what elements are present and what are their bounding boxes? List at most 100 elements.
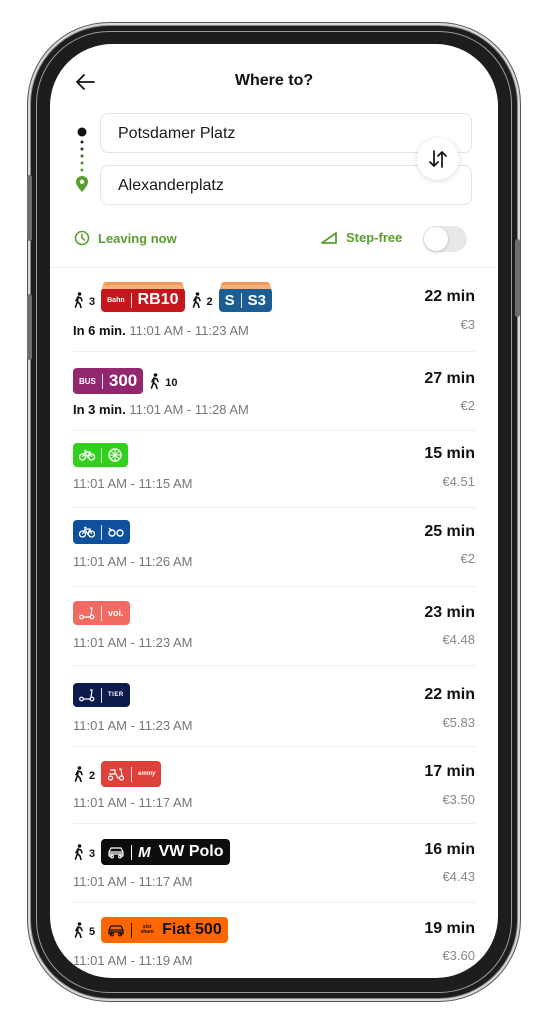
departs-in: In 6 min. xyxy=(73,323,126,338)
departs-in: In 3 min. xyxy=(73,402,126,417)
route-line-icon xyxy=(76,127,88,192)
route-result[interactable]: 11:01 AM - 11:26 AM 25 min €2 xyxy=(73,508,475,587)
price: €5.83 xyxy=(442,715,475,730)
step-free-label: Step-free xyxy=(346,230,403,245)
results-list: 3 Bahn RB10 2 S S3 In 6 min. 11:01 AM - 11… xyxy=(73,268,475,978)
price: €2 xyxy=(460,398,475,413)
walk-minutes: 3 xyxy=(89,296,96,308)
transit-badge-s3: S S3 xyxy=(218,282,273,312)
walking-icon xyxy=(150,373,160,389)
price: €4.43 xyxy=(442,869,475,884)
page-title: Where to? xyxy=(234,72,314,89)
provider-logo: voi. xyxy=(108,608,124,618)
toggle-knob xyxy=(424,227,448,251)
walk-leg: 10 xyxy=(149,373,178,389)
time-range: 11:01 AM - 11:19 AM xyxy=(73,953,193,968)
provider-logo: sixt share xyxy=(140,924,154,935)
provider-logo: emmy xyxy=(138,771,156,777)
scooter-icon xyxy=(79,688,95,701)
transit-badge-rb10: Bahn RB10 xyxy=(101,282,185,312)
origin-input[interactable]: Potsdamer Platz xyxy=(100,113,472,153)
line-name: S3 xyxy=(247,291,267,309)
walk-minutes: 3 xyxy=(89,848,96,860)
duration: 27 min xyxy=(424,370,475,387)
walk-leg: 2 xyxy=(73,766,95,782)
route-result[interactable]: TIER 11:01 AM - 11:23 AM 22 min €5.83 xyxy=(73,666,475,747)
clock-icon xyxy=(74,230,90,246)
route-result[interactable]: 3 M VW Polo 11:01 AM - 11:17 AM 16 min €… xyxy=(73,824,475,903)
line-name: 300 xyxy=(108,371,138,390)
car-badge-miles: M VW Polo xyxy=(101,839,230,865)
walk-leg: 3 xyxy=(73,292,95,308)
time-range: 11:01 AM - 11:15 AM xyxy=(73,476,193,491)
duration: 23 min xyxy=(424,604,475,621)
route-result[interactable]: 11:01 AM - 11:15 AM 15 min €4.51 xyxy=(73,431,475,508)
route-result[interactable]: 2 emmy 11:01 AM - 11:17 AM 17 min €3.50 xyxy=(73,747,475,824)
ramp-icon xyxy=(321,231,337,244)
walking-icon xyxy=(74,292,83,308)
duration: 16 min xyxy=(424,841,475,858)
scooter-badge-tier: TIER xyxy=(73,683,130,707)
price: €3 xyxy=(460,317,475,332)
walk-minutes: 5 xyxy=(89,926,96,938)
phone-power-button xyxy=(515,239,520,317)
time-range: 11:01 AM - 11:28 AM xyxy=(129,402,249,417)
destination-input[interactable]: Alexanderplatz xyxy=(100,165,472,205)
walk-minutes: 10 xyxy=(165,377,178,389)
lime-logo-icon xyxy=(108,448,122,462)
route-result[interactable]: BUS 300 10 In 3 min. 11:01 AM - 11:28 AM … xyxy=(73,352,475,431)
provider-logo: TIER xyxy=(108,692,124,698)
step-free-toggle[interactable] xyxy=(423,226,467,252)
provider-logo: M xyxy=(138,843,151,861)
car-icon xyxy=(108,846,124,858)
time-range: 11:01 AM - 11:17 AM xyxy=(73,795,193,810)
car-badge-sixt: sixt share Fiat 500 xyxy=(101,917,228,943)
price: €4.48 xyxy=(442,632,475,647)
time-range: 11:01 AM - 11:26 AM xyxy=(73,554,193,569)
bike-badge-nextbike xyxy=(73,520,130,544)
route-result[interactable]: 5 sixt share Fiat 500 11:01 AM - 11:19 A… xyxy=(73,903,475,978)
vehicle-model: VW Polo xyxy=(158,843,224,860)
header: Where to? xyxy=(50,44,498,114)
phone-volume-up-button xyxy=(27,175,32,241)
duration: 25 min xyxy=(424,523,475,540)
swap-button[interactable] xyxy=(417,138,459,180)
bicycle-icon xyxy=(79,449,95,461)
duration: 17 min xyxy=(424,763,475,780)
route-result[interactable]: voi. 11:01 AM - 11:23 AM 23 min €4.48 xyxy=(73,587,475,666)
scooter-badge-voi: voi. xyxy=(73,601,130,625)
price: €3.60 xyxy=(442,948,475,963)
moped-icon xyxy=(108,768,125,781)
bike-badge-lime xyxy=(73,443,128,467)
swap-vertical-icon xyxy=(429,150,447,168)
provider-logo: Bahn xyxy=(107,296,125,304)
phone-volume-down-button xyxy=(27,294,32,360)
walking-icon xyxy=(74,766,83,782)
scooter-icon xyxy=(79,606,95,619)
duration: 22 min xyxy=(424,288,475,305)
moped-badge-emmy: emmy xyxy=(101,761,162,787)
duration: 22 min xyxy=(424,686,475,703)
leaving-now-label: Leaving now xyxy=(98,230,177,246)
price: €4.51 xyxy=(442,474,475,489)
bicycle-icon xyxy=(79,526,95,538)
walk-minutes: 2 xyxy=(89,770,96,782)
leaving-now-button[interactable]: Leaving now xyxy=(74,230,177,246)
nextbike-logo-icon xyxy=(108,527,124,537)
time-range: 11:01 AM - 11:17 AM xyxy=(73,874,193,889)
walking-icon xyxy=(74,844,83,860)
route-result[interactable]: 3 Bahn RB10 2 S S3 In 6 min. 11:01 AM - 11… xyxy=(73,268,475,352)
line-name: RB10 xyxy=(137,291,179,308)
vehicle-model: Fiat 500 xyxy=(162,921,222,938)
walk-leg: 2 xyxy=(191,292,213,308)
walking-icon xyxy=(192,292,201,308)
price: €3.50 xyxy=(442,792,475,807)
car-icon xyxy=(108,924,124,936)
walking-icon xyxy=(74,922,83,938)
walk-minutes: 2 xyxy=(206,296,213,308)
time-range: 11:01 AM - 11:23 AM xyxy=(73,635,193,650)
provider-logo: S xyxy=(224,291,235,309)
price: €2 xyxy=(460,551,475,566)
provider-logo: BUS xyxy=(79,376,96,386)
time-range: 11:01 AM - 11:23 AM xyxy=(129,323,249,338)
